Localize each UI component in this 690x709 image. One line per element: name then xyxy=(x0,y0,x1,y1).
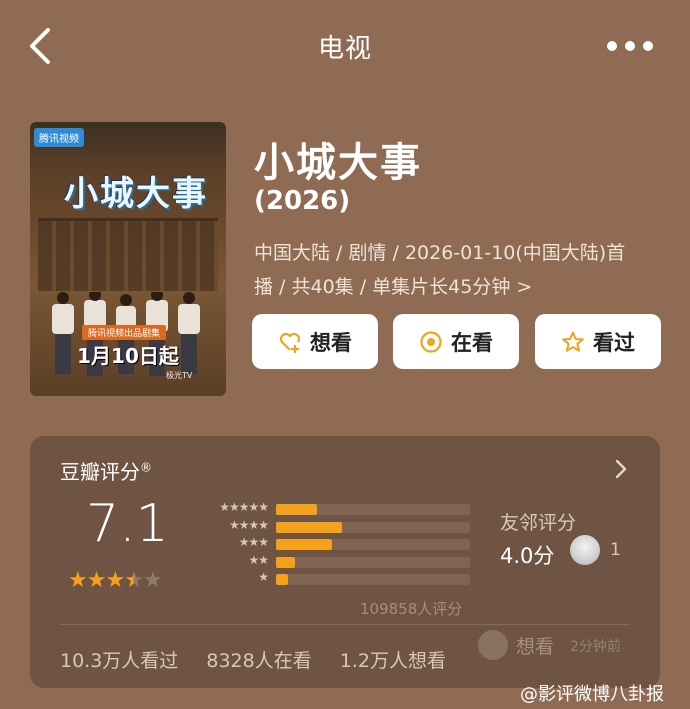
poster-tag: 腾讯视频出品剧集 xyxy=(82,325,167,340)
rating-star-icon: ★ xyxy=(105,568,125,593)
show-title: 小城大事 xyxy=(254,140,422,186)
show-meta-line-1: 中国大陆 / 剧情 / 2026-01-10(中国大陆)首 xyxy=(254,242,626,264)
rating-star-icon: ★ xyxy=(86,568,107,593)
rating-bar-label: ★ xyxy=(258,570,269,584)
rating-bar-row: ★ xyxy=(198,570,478,588)
top-bar: 电视 xyxy=(0,0,690,92)
poster-logo-text: 极光TV xyxy=(166,371,193,380)
friend-rating-label: 友邻评分 xyxy=(500,512,577,534)
stat-watching[interactable]: 8328人在看 xyxy=(206,650,311,672)
divider xyxy=(60,624,630,625)
friend-count: 1 xyxy=(610,540,621,560)
rating-bar-label: ★★★★★ xyxy=(219,500,269,514)
star-outline-icon xyxy=(562,331,584,352)
rating-star-icon: ★ xyxy=(68,568,88,593)
poster-date: 1月10日起 xyxy=(77,344,179,368)
rating-bar-track xyxy=(276,556,470,568)
watched-button[interactable]: 看过 xyxy=(535,314,661,369)
rating-score: 7.1 xyxy=(86,494,169,554)
rating-bar-label: ★★ xyxy=(248,552,268,567)
show-meta[interactable]: 中国大陆 / 剧情 / 2026-01-10(中国大陆)首 播 / 共40集 /… xyxy=(254,236,668,304)
show-meta-line-2-text: 播 / 共40集 / 单集片长45分钟 xyxy=(254,276,511,298)
watermark: @影评微博八卦报 xyxy=(520,684,664,705)
friend-avatar[interactable] xyxy=(570,535,600,565)
activity-avatar xyxy=(478,630,508,660)
chevron-right-icon[interactable] xyxy=(612,458,630,480)
rating-bar-track xyxy=(276,504,470,515)
friend-rating-score: 4.0分 xyxy=(500,544,555,568)
rating-star-icon: ★ xyxy=(124,568,144,593)
heart-plus-icon xyxy=(279,332,301,353)
registered-mark: ® xyxy=(140,460,152,475)
stat-watched[interactable]: 10.3万人看过 xyxy=(60,650,178,672)
rating-card: 豆瓣评分® 7.1 ★★★★★ ★★★★★ ★★★★ ★★★ ★★ ★ 109858人评… xyxy=(30,436,660,688)
show-poster[interactable]: 腾讯视频 小城大事 腾讯视频出品剧集 1月10日起 极光TV xyxy=(30,122,226,396)
watching-button[interactable]: 在看 xyxy=(393,314,519,369)
page-title: 电视 xyxy=(317,34,372,64)
want-to-watch-label: 想看 xyxy=(310,330,352,355)
rating-star-icon: ★ xyxy=(142,568,163,593)
poster-title: 小城大事 xyxy=(64,174,208,214)
poster-building-art xyxy=(38,218,218,291)
rating-bar-row: ★★ xyxy=(198,553,478,571)
watching-label: 在看 xyxy=(451,330,493,355)
rating-bar-label: ★★★★ xyxy=(228,517,269,532)
watched-label: 看过 xyxy=(593,330,635,355)
friend-activity[interactable]: 想看 2分钟前 xyxy=(478,630,650,664)
poster-platform-badge: 腾讯视频 xyxy=(34,128,84,147)
activity-time: 2分钟前 xyxy=(570,639,621,655)
rating-bar-track xyxy=(276,574,470,585)
want-to-watch-button[interactable]: 想看 xyxy=(252,314,378,369)
rating-bar-fill xyxy=(276,556,296,568)
rating-header[interactable]: 豆瓣评分® xyxy=(60,456,152,485)
activity-text: 想看 xyxy=(516,636,555,658)
watch-stats: 10.3万人看过 8328人在看 1.2万人想看 xyxy=(60,646,468,673)
show-meta-line-2: 播 / 共40集 / 单集片长45分钟 > xyxy=(254,270,668,304)
rating-header-text: 豆瓣评分 xyxy=(60,460,140,484)
vote-count[interactable]: 109858人评分 xyxy=(360,598,462,619)
poster-logos: 极光TV xyxy=(36,370,220,384)
chevron-right-icon: > xyxy=(516,276,533,298)
stat-want[interactable]: 1.2万人想看 xyxy=(340,650,446,672)
rating-bar-row: ★★★ xyxy=(198,535,478,553)
rating-bar-track xyxy=(276,539,470,550)
rating-bar-track xyxy=(276,521,470,533)
rating-bar-fill xyxy=(276,504,317,515)
rating-bar-row: ★★★★ xyxy=(198,518,478,536)
rating-bar-label: ★★★ xyxy=(238,535,269,549)
rating-bar-fill xyxy=(276,521,342,533)
show-year: (2026) xyxy=(254,186,351,216)
rating-bar-fill xyxy=(276,574,288,585)
rating-bar-row: ★★★★★ xyxy=(198,500,478,518)
rating-stars: ★★★★★ xyxy=(68,568,163,593)
rating-bar-fill xyxy=(276,539,333,550)
more-dots-icon[interactable] xyxy=(604,38,656,54)
target-circle-icon xyxy=(420,330,442,353)
